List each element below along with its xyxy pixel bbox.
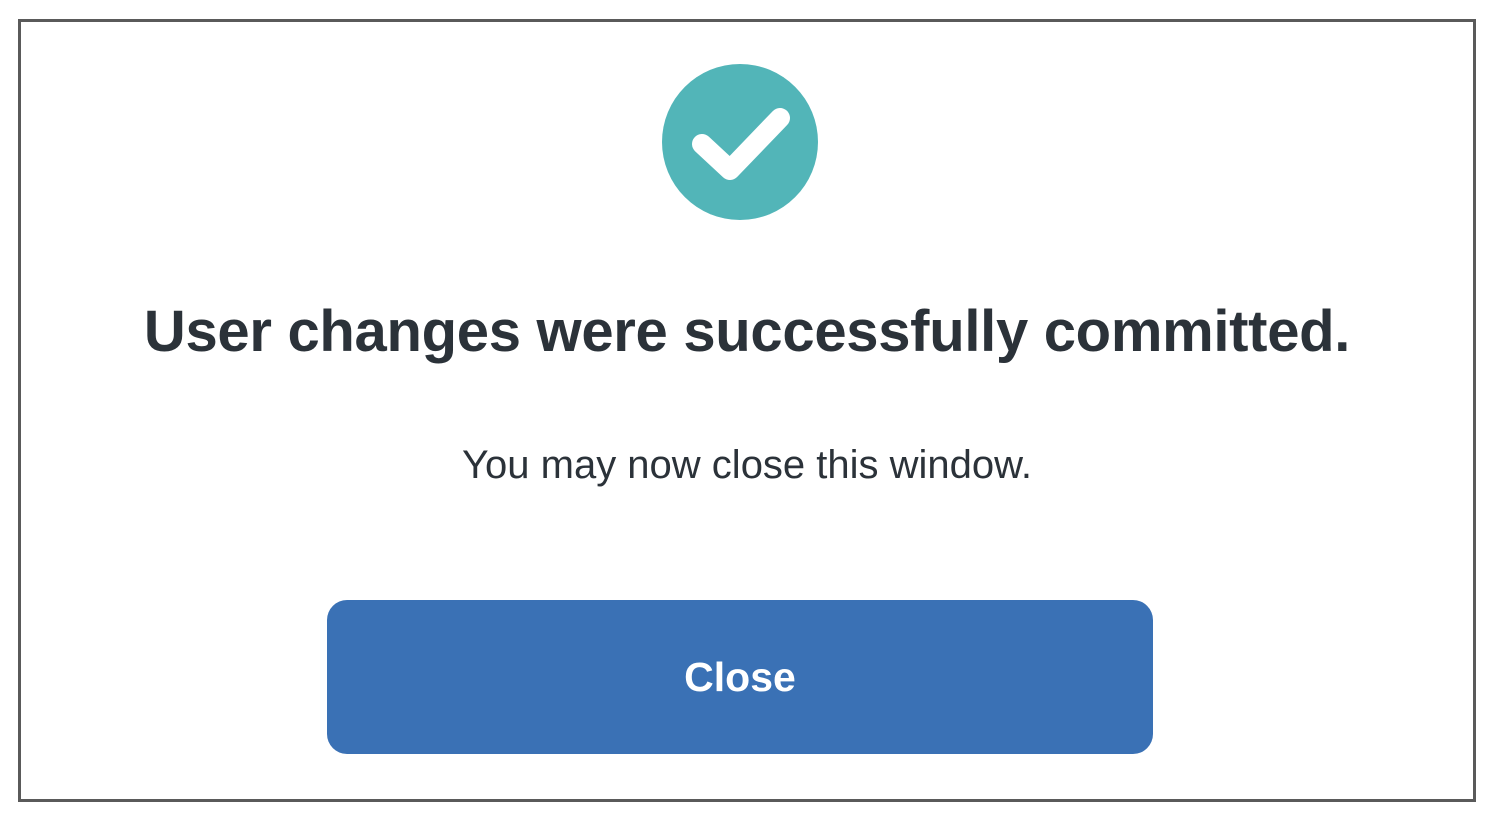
dialog-title: User changes were successfully committed… [143,299,1351,364]
close-button[interactable]: Close [327,600,1153,754]
success-dialog: User changes were successfully committed… [18,19,1476,802]
check-circle-icon [662,64,818,220]
dialog-message: You may now close this window. [462,443,1032,487]
check-icon [662,64,818,220]
